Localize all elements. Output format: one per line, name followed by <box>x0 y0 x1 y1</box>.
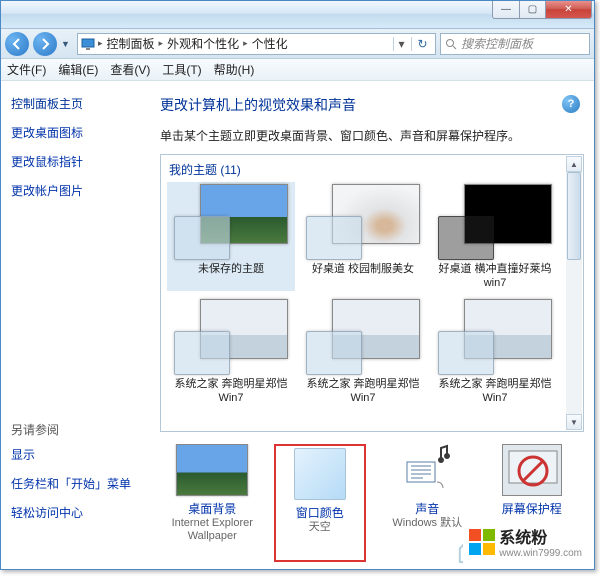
desktop-background-button[interactable]: 桌面背景 Internet Explorer Wallpaper <box>169 444 255 562</box>
arrow-right-icon <box>39 38 51 50</box>
back-button[interactable] <box>5 32 29 56</box>
search-input[interactable]: 搜索控制面板 <box>440 33 590 55</box>
chevron-right-icon: ▸ <box>98 38 103 49</box>
sidebar-link-ease-of-access[interactable]: 轻松访问中心 <box>11 504 136 521</box>
nav-toolbar: ▼ ▸ 控制面板 ▸ 外观和个性化 ▸ 个性化 ▾ ↻ 搜索控制面板 <box>1 29 594 59</box>
page-description: 单击某个主题立即更改桌面背景、窗口颜色、声音和屏幕保护程序。 <box>160 127 584 144</box>
breadcrumb-seg[interactable]: 个性化 <box>250 35 290 52</box>
theme-item[interactable]: 未保存的主题 <box>167 182 295 291</box>
titlebar: — ▢ ✕ <box>1 1 594 29</box>
brand-name: 系统粉 <box>499 524 582 548</box>
sidebar-link-account-picture[interactable]: 更改帐户图片 <box>11 182 136 199</box>
sidebar-link-display[interactable]: 显示 <box>11 446 136 463</box>
theme-item[interactable]: 系统之家 奔跑明星郑恺Win7 <box>299 297 427 406</box>
search-icon <box>445 38 457 50</box>
sidebar-link-taskbar[interactable]: 任务栏和「开始」菜单 <box>11 475 136 492</box>
monitor-icon <box>80 36 96 52</box>
theme-grid: 未保存的主题好桌道 校园制服美女好桌道 横冲直撞好莱坞win7 系统之家 奔跑明星… <box>163 182 581 409</box>
theme-thumb <box>306 299 420 375</box>
breadcrumb-seg[interactable]: 外观和个性化 <box>165 35 241 52</box>
minimize-button[interactable]: — <box>492 1 520 19</box>
color-swatch <box>294 448 346 500</box>
theme-thumb <box>438 299 552 375</box>
theme-label: 未保存的主题 <box>167 262 295 276</box>
sounds-button[interactable]: 声音 Windows 默认 <box>384 444 470 562</box>
theme-item[interactable]: 好桌道 校园制服美女 <box>299 182 427 291</box>
theme-item[interactable]: 系统之家 奔跑明星郑恺Win7 <box>431 297 559 406</box>
sound-icon <box>397 444 457 496</box>
window-color-button[interactable]: 窗口颜色 天空 <box>274 444 366 562</box>
nav-history-dropdown[interactable]: ▼ <box>61 39 73 49</box>
wallpaper-thumb <box>176 444 248 496</box>
address-bar[interactable]: ▸ 控制面板 ▸ 外观和个性化 ▸ 个性化 ▾ ↻ <box>77 33 436 55</box>
my-themes-heading: 我的主题 (11) <box>163 157 581 182</box>
label: 桌面背景 <box>169 500 255 517</box>
theme-label: 好桌道 横冲直撞好莱坞win7 <box>431 262 559 291</box>
menu-edit[interactable]: 编辑(E) <box>58 61 98 78</box>
chevron-right-icon: ▸ <box>159 38 164 49</box>
theme-label: 系统之家 奔跑明星郑恺Win7 <box>299 377 427 406</box>
value: Windows 默认 <box>384 517 470 530</box>
menu-help[interactable]: 帮助(H) <box>214 61 255 78</box>
theme-thumb <box>174 299 288 375</box>
breadcrumb-seg[interactable]: 控制面板 <box>105 35 157 52</box>
refresh-button[interactable]: ↻ <box>411 37 433 51</box>
scroll-track[interactable] <box>566 172 582 414</box>
forward-button[interactable] <box>33 32 57 56</box>
theme-item[interactable]: 系统之家 奔跑明星郑恺Win7 <box>167 297 295 406</box>
search-placeholder: 搜索控制面板 <box>461 35 533 52</box>
address-dropdown[interactable]: ▾ <box>393 37 409 51</box>
label: 窗口颜色 <box>278 504 362 521</box>
sidebar-link-desktop-icons[interactable]: 更改桌面图标 <box>11 124 136 141</box>
value: Internet Explorer Wallpaper <box>169 517 255 543</box>
menu-tools[interactable]: 工具(T) <box>162 61 201 78</box>
value: 天空 <box>278 521 362 534</box>
maximize-button[interactable]: ▢ <box>520 1 546 19</box>
scroll-thumb[interactable] <box>567 172 581 260</box>
arrow-left-icon <box>11 38 23 50</box>
sidebar-link-mouse-pointers[interactable]: 更改鼠标指针 <box>11 153 136 170</box>
menu-view[interactable]: 查看(V) <box>110 61 150 78</box>
scroll-up-button[interactable]: ▲ <box>566 156 582 172</box>
scrollbar[interactable]: ▲ ▼ <box>566 156 582 430</box>
branding-overlay: 系统粉 www.win7999.com <box>463 520 588 563</box>
label: 屏幕保护程 <box>489 500 575 517</box>
theme-label: 系统之家 奔跑明星郑恺Win7 <box>431 377 559 406</box>
label: 声音 <box>384 500 470 517</box>
screensaver-thumb <box>502 444 562 496</box>
themes-listbox: 我的主题 (11) 未保存的主题好桌道 校园制服美女好桌道 横冲直撞好莱坞win… <box>160 154 584 432</box>
close-button[interactable]: ✕ <box>546 1 592 19</box>
brand-url: www.win7999.com <box>499 548 582 559</box>
main-panel: ? 更改计算机上的视觉效果和声音 单击某个主题立即更改桌面背景、窗口颜色、声音和… <box>146 81 594 569</box>
scroll-down-button[interactable]: ▼ <box>566 414 582 430</box>
page-title: 更改计算机上的视觉效果和声音 <box>160 95 584 115</box>
sidebar-see-also-heading: 另请参阅 <box>11 421 136 438</box>
theme-thumb <box>306 184 420 260</box>
chevron-right-icon: ▸ <box>243 38 248 49</box>
help-icon[interactable]: ? <box>562 95 580 113</box>
content-area: 控制面板主页 更改桌面图标 更改鼠标指针 更改帐户图片 另请参阅 显示 任务栏和… <box>1 81 594 569</box>
theme-item[interactable]: 好桌道 横冲直撞好莱坞win7 <box>431 182 559 291</box>
menu-bar: 文件(F) 编辑(E) 查看(V) 工具(T) 帮助(H) <box>1 59 594 81</box>
logo-icon <box>469 529 495 555</box>
theme-thumb <box>438 184 552 260</box>
sidebar: 控制面板主页 更改桌面图标 更改鼠标指针 更改帐户图片 另请参阅 显示 任务栏和… <box>1 81 146 569</box>
personalization-window: — ▢ ✕ ▼ ▸ 控制面板 ▸ 外观和个性化 ▸ 个性化 ▾ ↻ 搜索控制面板 <box>0 0 595 570</box>
theme-label: 好桌道 校园制服美女 <box>299 262 427 276</box>
theme-thumb <box>174 184 288 260</box>
menu-file[interactable]: 文件(F) <box>7 61 46 78</box>
theme-label: 系统之家 奔跑明星郑恺Win7 <box>167 377 295 406</box>
sidebar-home-link[interactable]: 控制面板主页 <box>11 95 136 112</box>
